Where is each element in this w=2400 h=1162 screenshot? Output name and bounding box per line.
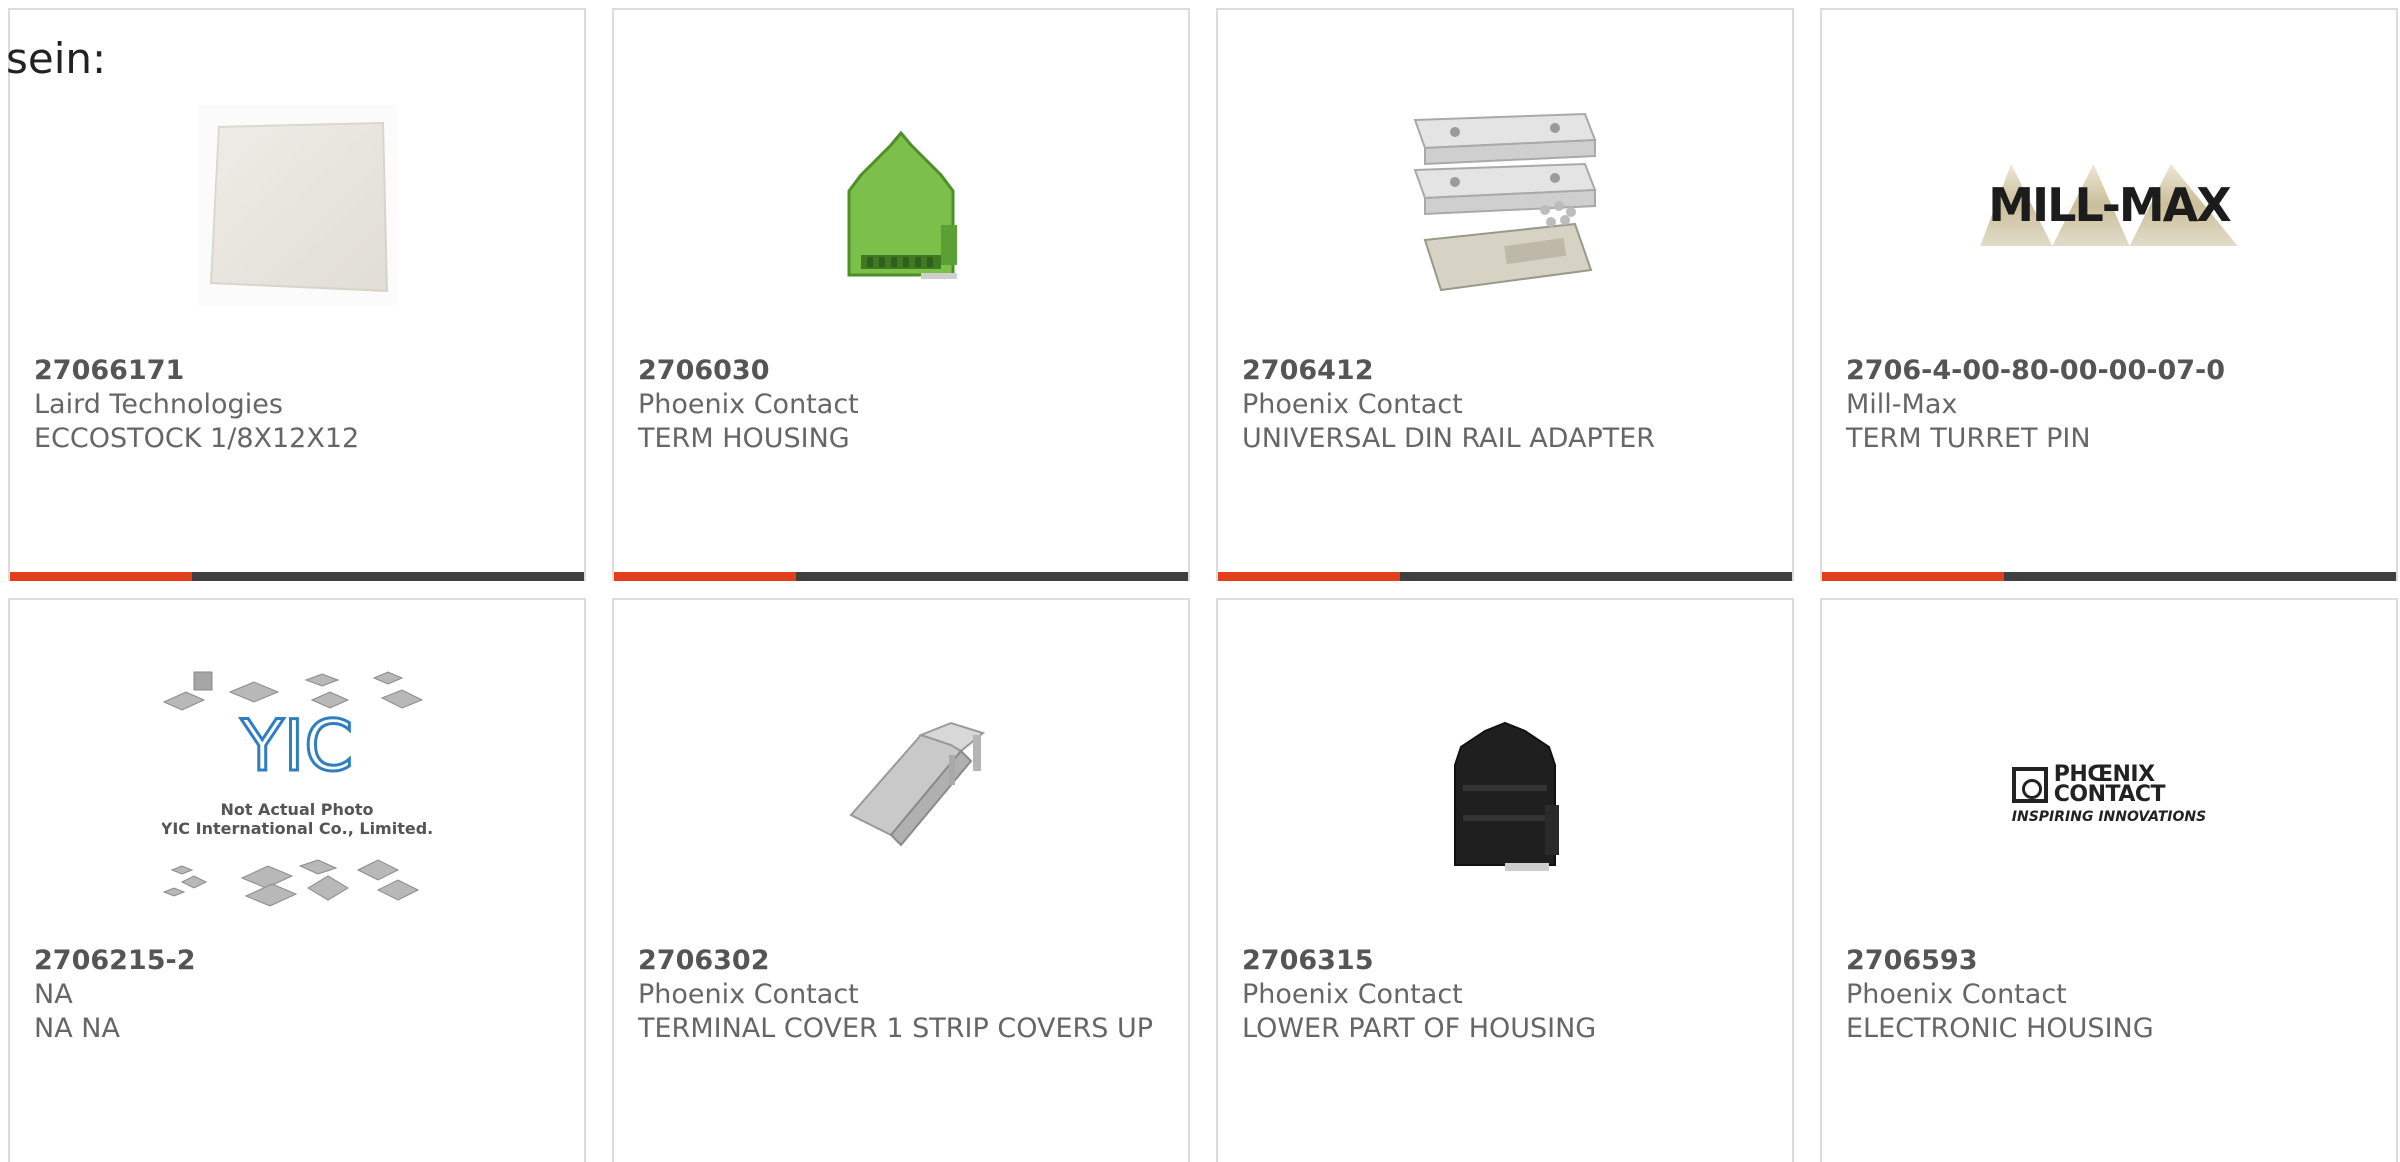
green-din-housing-image xyxy=(847,130,957,279)
product-card[interactable]: 2706030 Phoenix Contact TERM HOUSING xyxy=(612,8,1190,581)
part-number[interactable]: 2706315 xyxy=(1242,944,1776,978)
part-number[interactable]: 2706030 xyxy=(638,354,1172,388)
description: LOWER PART OF HOUSING xyxy=(1242,1013,1597,1044)
phoenix-emblem-icon xyxy=(2011,767,2048,803)
intro-text: sein: xyxy=(6,34,107,83)
description: TERM HOUSING xyxy=(638,423,850,454)
terminal-cover-image xyxy=(849,721,986,847)
manufacturer: NA xyxy=(34,979,73,1010)
product-card[interactable]: 2706315 Phoenix Contact LOWER PART OF HO… xyxy=(1216,598,1794,1162)
card-bottom-bar xyxy=(1218,572,1792,581)
din-rail-adapter-image xyxy=(1413,112,1597,292)
product-image[interactable]: YIC Not Actual Photo YIC International C… xyxy=(10,660,584,930)
product-info: 2706593 Phoenix Contact ELECTRONIC HOUSI… xyxy=(1846,944,2380,1046)
svg-text:YIC International Co., Limited: YIC International Co., Limited. xyxy=(162,819,432,838)
accent-bar xyxy=(614,572,796,581)
part-number[interactable]: 2706593 xyxy=(1846,944,2380,978)
product-card[interactable]: MILL-MAX 2706-4-00-80-00-00-07-0 Mill-Ma… xyxy=(1820,8,2398,581)
product-info: 2706315 Phoenix Contact LOWER PART OF HO… xyxy=(1242,944,1776,1046)
product-image[interactable] xyxy=(614,660,1188,930)
product-grid-page: sein: 27066171 Laird Technologies ECCOST… xyxy=(0,0,2400,1162)
description: TERM TURRET PIN xyxy=(1846,423,2091,454)
product-card[interactable]: YIC Not Actual Photo YIC International C… xyxy=(8,598,586,1162)
card-bottom-bar xyxy=(614,572,1188,581)
description: UNIVERSAL DIN RAIL ADAPTER xyxy=(1242,423,1656,454)
product-card[interactable]: 27066171 Laird Technologies ECCOSTOCK 1/… xyxy=(8,8,586,581)
part-number[interactable]: 2706302 xyxy=(638,944,1172,978)
yic-placeholder-image: YIC Not Actual Photo YIC International C… xyxy=(162,671,432,907)
manufacturer: Phoenix Contact xyxy=(638,389,859,420)
manufacturer: Phoenix Contact xyxy=(638,979,859,1010)
card-bottom-bar xyxy=(10,572,584,581)
product-info: 2706030 Phoenix Contact TERM HOUSING xyxy=(638,354,1172,456)
mill-max-logo: MILL-MAX xyxy=(1980,164,2238,246)
manufacturer: Phoenix Contact xyxy=(1242,389,1463,420)
product-info: 2706215-2 NA NA NA xyxy=(34,944,568,1046)
product-card[interactable]: 2706302 Phoenix Contact TERMINAL COVER 1… xyxy=(612,598,1190,1162)
accent-bar xyxy=(10,572,192,581)
product-image[interactable] xyxy=(1218,70,1792,340)
product-info: 2706412 Phoenix Contact UNIVERSAL DIN RA… xyxy=(1242,354,1776,456)
product-info: 27066171 Laird Technologies ECCOSTOCK 1/… xyxy=(34,354,568,456)
foam-sheet-image xyxy=(197,105,397,305)
card-bottom-bar xyxy=(1822,572,2396,581)
part-number[interactable]: 2706215-2 xyxy=(34,944,568,978)
manufacturer: Phoenix Contact xyxy=(1846,979,2067,1010)
manufacturer: Phoenix Contact xyxy=(1242,979,1463,1010)
manufacturer: Mill-Max xyxy=(1846,389,1958,420)
product-image[interactable]: MILL-MAX xyxy=(1822,70,2396,340)
product-card[interactable]: PHŒNIX CONTACT INSPIRING INNOVATIONS 270… xyxy=(1820,598,2398,1162)
product-info: 2706302 Phoenix Contact TERMINAL COVER 1… xyxy=(638,944,1172,1046)
manufacturer: Laird Technologies xyxy=(34,389,283,420)
product-image[interactable] xyxy=(614,70,1188,340)
product-image[interactable]: PHŒNIX CONTACT INSPIRING INNOVATIONS xyxy=(1822,660,2396,930)
product-card[interactable]: 2706412 Phoenix Contact UNIVERSAL DIN RA… xyxy=(1216,8,1794,581)
description: ELECTRONIC HOUSING xyxy=(1846,1013,2154,1044)
phoenix-contact-logo: PHŒNIX CONTACT INSPIRING INNOVATIONS xyxy=(2011,762,2207,825)
product-image[interactable] xyxy=(10,70,584,340)
part-number[interactable]: 2706412 xyxy=(1242,354,1776,388)
part-number[interactable]: 27066171 xyxy=(34,354,568,388)
product-info: 2706-4-00-80-00-00-07-0 Mill-Max TERM TU… xyxy=(1846,354,2380,456)
svg-text:Not Actual Photo: Not Actual Photo xyxy=(220,800,373,819)
description: ECCOSTOCK 1/8X12X12 xyxy=(34,423,360,454)
accent-bar xyxy=(1218,572,1400,581)
black-housing-image xyxy=(1454,721,1559,871)
svg-text:YIC: YIC xyxy=(240,705,353,787)
accent-bar xyxy=(1822,572,2004,581)
part-number[interactable]: 2706-4-00-80-00-00-07-0 xyxy=(1846,354,2380,388)
description: TERMINAL COVER 1 STRIP COVERS UP xyxy=(638,1013,1154,1044)
product-image[interactable] xyxy=(1218,660,1792,930)
description: NA NA xyxy=(34,1013,120,1044)
